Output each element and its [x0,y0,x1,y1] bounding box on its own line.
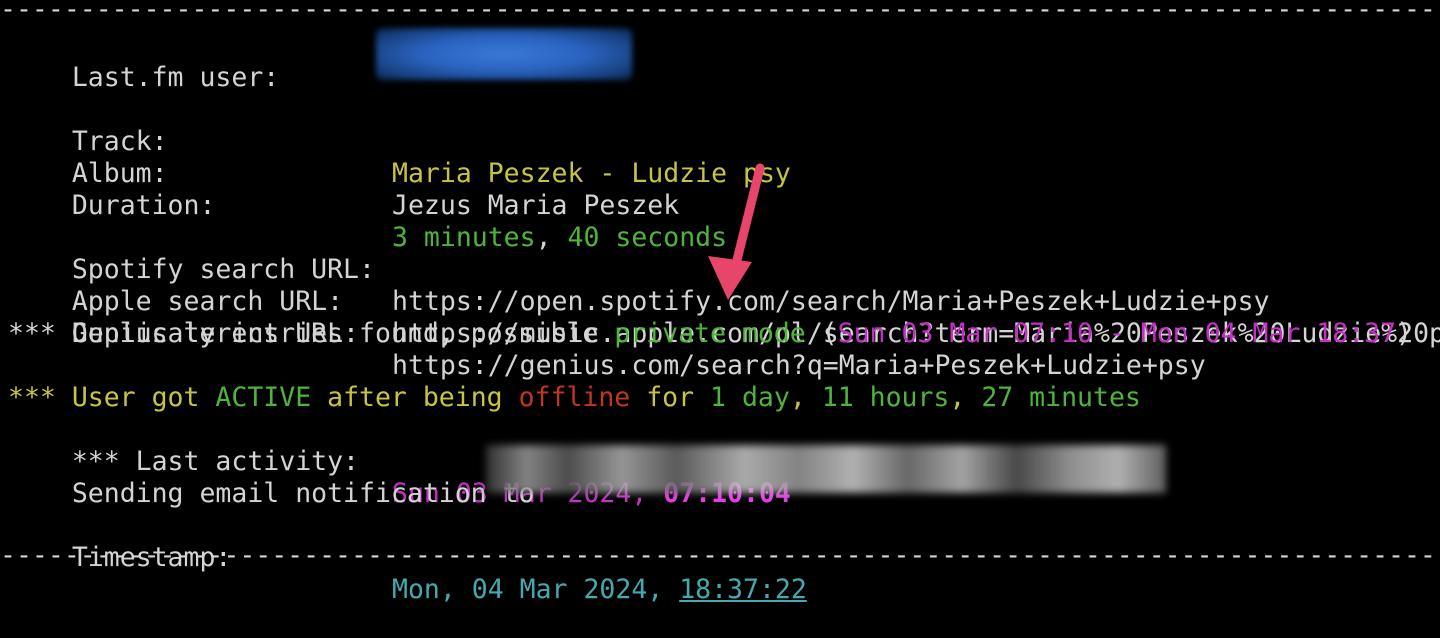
track-value: Maria Peszek - Ludzie psy [392,158,791,189]
timestamp-date: Mon, 04 Mar 2024, [392,574,680,605]
duration-value: 3 minutes, 40 seconds [392,222,727,254]
last-activity-row: *** Last activity: Sun 03 Mar 2024, 07:1… [8,414,791,509]
active-offline: offline [518,382,631,413]
terminal-window: ----------------------------------------… [0,0,1440,605]
spotify-row: Spotify search URL: https://open.spotify… [8,222,1270,317]
duplicate-range: Sun 03 Mar 07:10 - Mon 04 Mar 18:37 [837,318,1397,349]
duplicate-close: ) [1396,318,1413,349]
timestamp-time: 18:37:22 [679,574,807,605]
active-row: *** User got ACTIVE after being offline … [8,382,1141,414]
active-c1: , [789,382,822,413]
duplicate-prefix: *** Duplicate entries found, possible [8,318,615,349]
apple-row: Apple search URL: https://music.apple.co… [8,254,1440,349]
album-value: Jezus Maria Peszek [392,190,680,221]
duration-label: Duration: [71,190,216,221]
spotify-url[interactable]: https://open.spotify.com/search/Maria+Pe… [392,286,1270,318]
top-separator: ----------------------------------------… [0,0,1440,25]
genius-url[interactable]: https://genius.com/search?q=Maria+Peszek… [392,350,1206,382]
active-p3: for [630,382,711,413]
redacted-email [486,445,1166,493]
duration-row: Duration: 3 minutes, 40 seconds [8,158,727,253]
duration-comma: , [535,222,568,253]
duplicate-open: ( [805,318,838,349]
user-label: Last.fm user: [71,62,280,93]
timestamp-value: Mon, 04 Mar 2024, 18:37:22 [392,574,807,606]
duration-minutes: 3 minutes [392,222,536,253]
active-p2: after being [311,382,519,413]
bottom-separator: ----------------------------------------… [0,540,1440,571]
duplicate-mode: private mode [614,318,806,349]
active-p1: *** User got [8,382,216,413]
user-row: Last.fm user: [8,30,279,93]
active-c2: , [949,382,982,413]
redacted-username [376,28,632,80]
duration-seconds: 40 seconds [567,222,728,253]
album-row: Album: Jezus Maria Peszek [8,126,679,221]
email-label: Sending email notification to [71,478,535,509]
active-hours: 11 hours [821,382,950,413]
active-minutes: 27 minutes [981,382,1141,413]
active-days: 1 day [710,382,790,413]
timestamp-row: Timestamp: Mon, 04 Mar 2024, 18:37:22 [8,510,807,605]
genius-row: Genius lyrics URL: https://genius.com/se… [8,286,1206,381]
active-status: ACTIVE [215,382,312,413]
duplicate-row: *** Duplicate entries found, possible pr… [8,318,1412,350]
track-row: Track: Maria Peszek - Ludzie psy [8,94,791,189]
email-row: Sending email notification to [8,446,535,509]
